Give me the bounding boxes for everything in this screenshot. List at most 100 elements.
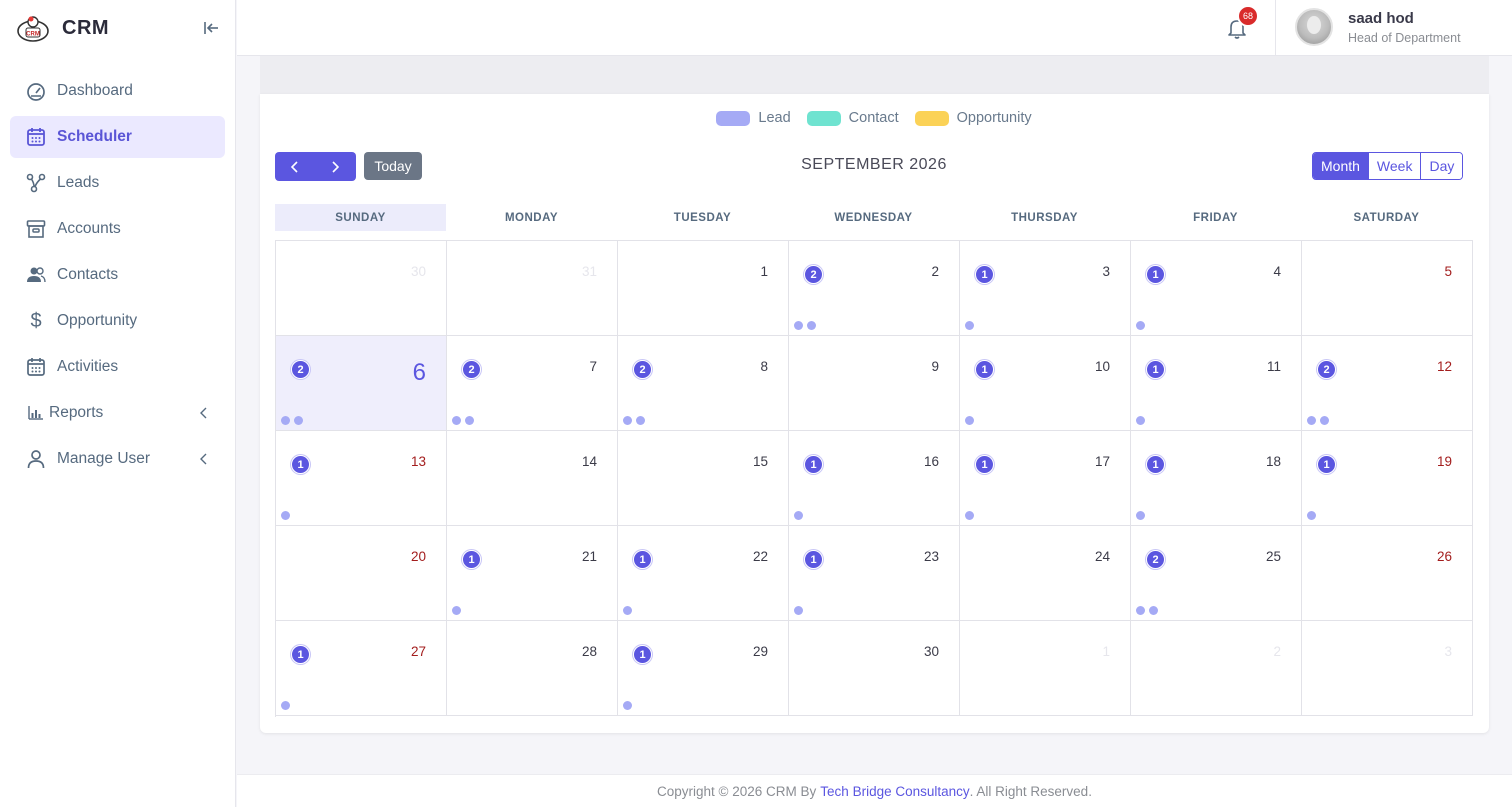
event-count-badge[interactable]: 1 <box>291 455 310 474</box>
event-dot[interactable] <box>1136 606 1145 615</box>
calendar-day-cell[interactable]: 41 <box>1131 241 1302 336</box>
event-dot[interactable] <box>281 701 290 710</box>
event-dot[interactable] <box>807 321 816 330</box>
event-dot[interactable] <box>965 416 974 425</box>
event-count-badge[interactable]: 1 <box>804 455 823 474</box>
event-dot[interactable] <box>794 606 803 615</box>
event-count-badge[interactable]: 1 <box>633 645 652 664</box>
event-count-badge[interactable]: 1 <box>1317 455 1336 474</box>
calendar-day-cell[interactable]: 30 <box>276 241 447 336</box>
calendar-day-cell[interactable]: 31 <box>447 241 618 336</box>
view-month-button[interactable]: Month <box>1313 153 1368 179</box>
sidebar-item-dashboard[interactable]: Dashboard <box>10 70 225 112</box>
event-dot[interactable] <box>1307 416 1316 425</box>
today-button[interactable]: Today <box>364 152 422 180</box>
event-dot[interactable] <box>623 416 632 425</box>
event-count-badge[interactable]: 2 <box>462 360 481 379</box>
calendar-day-cell[interactable]: 9 <box>789 336 960 431</box>
collapse-sidebar-icon[interactable] <box>200 17 222 39</box>
calendar-day-cell[interactable]: 23 1 <box>789 526 960 621</box>
day-number: 1 <box>760 264 768 279</box>
calendar-day-cell[interactable]: 15 <box>618 431 789 526</box>
calendar-day-cell[interactable]: 20 <box>276 526 447 621</box>
calendar-day-cell[interactable]: 22 <box>789 241 960 336</box>
sidebar-item-accounts[interactable]: Accounts <box>10 208 225 250</box>
event-dot[interactable] <box>465 416 474 425</box>
calendar-day-cell[interactable]: 19 1 <box>1302 431 1473 526</box>
prev-month-button[interactable] <box>275 152 315 181</box>
view-week-button[interactable]: Week <box>1367 153 1421 179</box>
calendar-day-cell[interactable]: 18 1 <box>1131 431 1302 526</box>
event-count-badge[interactable]: 2 <box>804 265 823 284</box>
sidebar-item-contacts[interactable]: Contacts <box>10 254 225 296</box>
calendar-day-cell[interactable]: 1 <box>618 241 789 336</box>
event-dot[interactable] <box>794 321 803 330</box>
event-count-badge[interactable]: 2 <box>633 360 652 379</box>
event-dot[interactable] <box>1149 606 1158 615</box>
sidebar-item-reports[interactable]: Reports <box>10 392 225 434</box>
event-count-badge[interactable]: 2 <box>1317 360 1336 379</box>
calendar-day-cell[interactable]: 62 <box>276 336 447 431</box>
event-dot[interactable] <box>623 606 632 615</box>
event-count-badge[interactable]: 1 <box>1146 265 1165 284</box>
event-dot[interactable] <box>452 416 461 425</box>
event-dot[interactable] <box>623 701 632 710</box>
event-count-badge[interactable]: 1 <box>975 265 994 284</box>
event-dot[interactable] <box>1136 416 1145 425</box>
sidebar-item-manage-user[interactable]: Manage User <box>10 438 225 480</box>
calendar-day-cell[interactable]: 82 <box>618 336 789 431</box>
calendar-day-cell[interactable]: 26 <box>1302 526 1473 621</box>
calendar-day-cell[interactable]: 25 2 <box>1131 526 1302 621</box>
calendar-day-cell[interactable]: 5 <box>1302 241 1473 336</box>
sidebar-item-opportunity[interactable]: $ Opportunity <box>10 300 225 342</box>
event-dot[interactable] <box>1136 511 1145 520</box>
crm-logo-icon[interactable]: CRM <box>16 13 50 43</box>
calendar-day-cell[interactable]: 22 1 <box>618 526 789 621</box>
event-dot[interactable] <box>452 606 461 615</box>
footer-company-link[interactable]: Tech Bridge Consultancy <box>820 784 969 799</box>
calendar-day-cell[interactable]: 10 1 <box>960 336 1131 431</box>
sidebar-item-leads[interactable]: Leads <box>10 162 225 204</box>
calendar-day-cell[interactable]: 13 1 <box>276 431 447 526</box>
event-count-badge[interactable]: 1 <box>291 645 310 664</box>
calendar-day-cell[interactable]: 14 <box>447 431 618 526</box>
event-count-badge[interactable]: 1 <box>975 360 994 379</box>
calendar-day-cell[interactable]: 2 <box>1131 621 1302 716</box>
event-dot[interactable] <box>965 511 974 520</box>
event-dot[interactable] <box>1307 511 1316 520</box>
calendar-day-cell[interactable]: 11 1 <box>1131 336 1302 431</box>
event-dot[interactable] <box>281 416 290 425</box>
view-day-button[interactable]: Day <box>1420 153 1463 179</box>
sidebar-item-activities[interactable]: Activities <box>10 346 225 388</box>
event-dot[interactable] <box>281 511 290 520</box>
event-dot[interactable] <box>294 416 303 425</box>
calendar-day-cell[interactable]: 17 1 <box>960 431 1131 526</box>
event-count-badge[interactable]: 1 <box>1146 455 1165 474</box>
calendar-day-cell[interactable]: 16 1 <box>789 431 960 526</box>
event-count-badge[interactable]: 1 <box>462 550 481 569</box>
event-dot[interactable] <box>1136 321 1145 330</box>
event-count-badge[interactable]: 1 <box>975 455 994 474</box>
event-count-badge[interactable]: 2 <box>291 360 310 379</box>
calendar-day-cell[interactable]: 31 <box>960 241 1131 336</box>
calendar-day-cell[interactable]: 3 <box>1302 621 1473 716</box>
avatar[interactable] <box>1295 8 1333 46</box>
event-count-badge[interactable]: 2 <box>1146 550 1165 569</box>
calendar-day-cell[interactable]: 29 1 <box>618 621 789 716</box>
calendar-day-cell[interactable]: 72 <box>447 336 618 431</box>
calendar-day-cell[interactable]: 21 1 <box>447 526 618 621</box>
event-count-badge[interactable]: 1 <box>1146 360 1165 379</box>
event-dot[interactable] <box>965 321 974 330</box>
calendar-day-cell[interactable]: 27 1 <box>276 621 447 716</box>
event-count-badge[interactable]: 1 <box>804 550 823 569</box>
next-month-button[interactable] <box>315 152 355 181</box>
calendar-day-cell[interactable]: 1 <box>960 621 1131 716</box>
calendar-day-cell[interactable]: 30 <box>789 621 960 716</box>
event-dot[interactable] <box>1320 416 1329 425</box>
calendar-day-cell[interactable]: 12 2 <box>1302 336 1473 431</box>
event-dot[interactable] <box>636 416 645 425</box>
calendar-day-cell[interactable]: 24 <box>960 526 1131 621</box>
calendar-day-cell[interactable]: 28 <box>447 621 618 716</box>
event-count-badge[interactable]: 1 <box>633 550 652 569</box>
event-dot[interactable] <box>794 511 803 520</box>
